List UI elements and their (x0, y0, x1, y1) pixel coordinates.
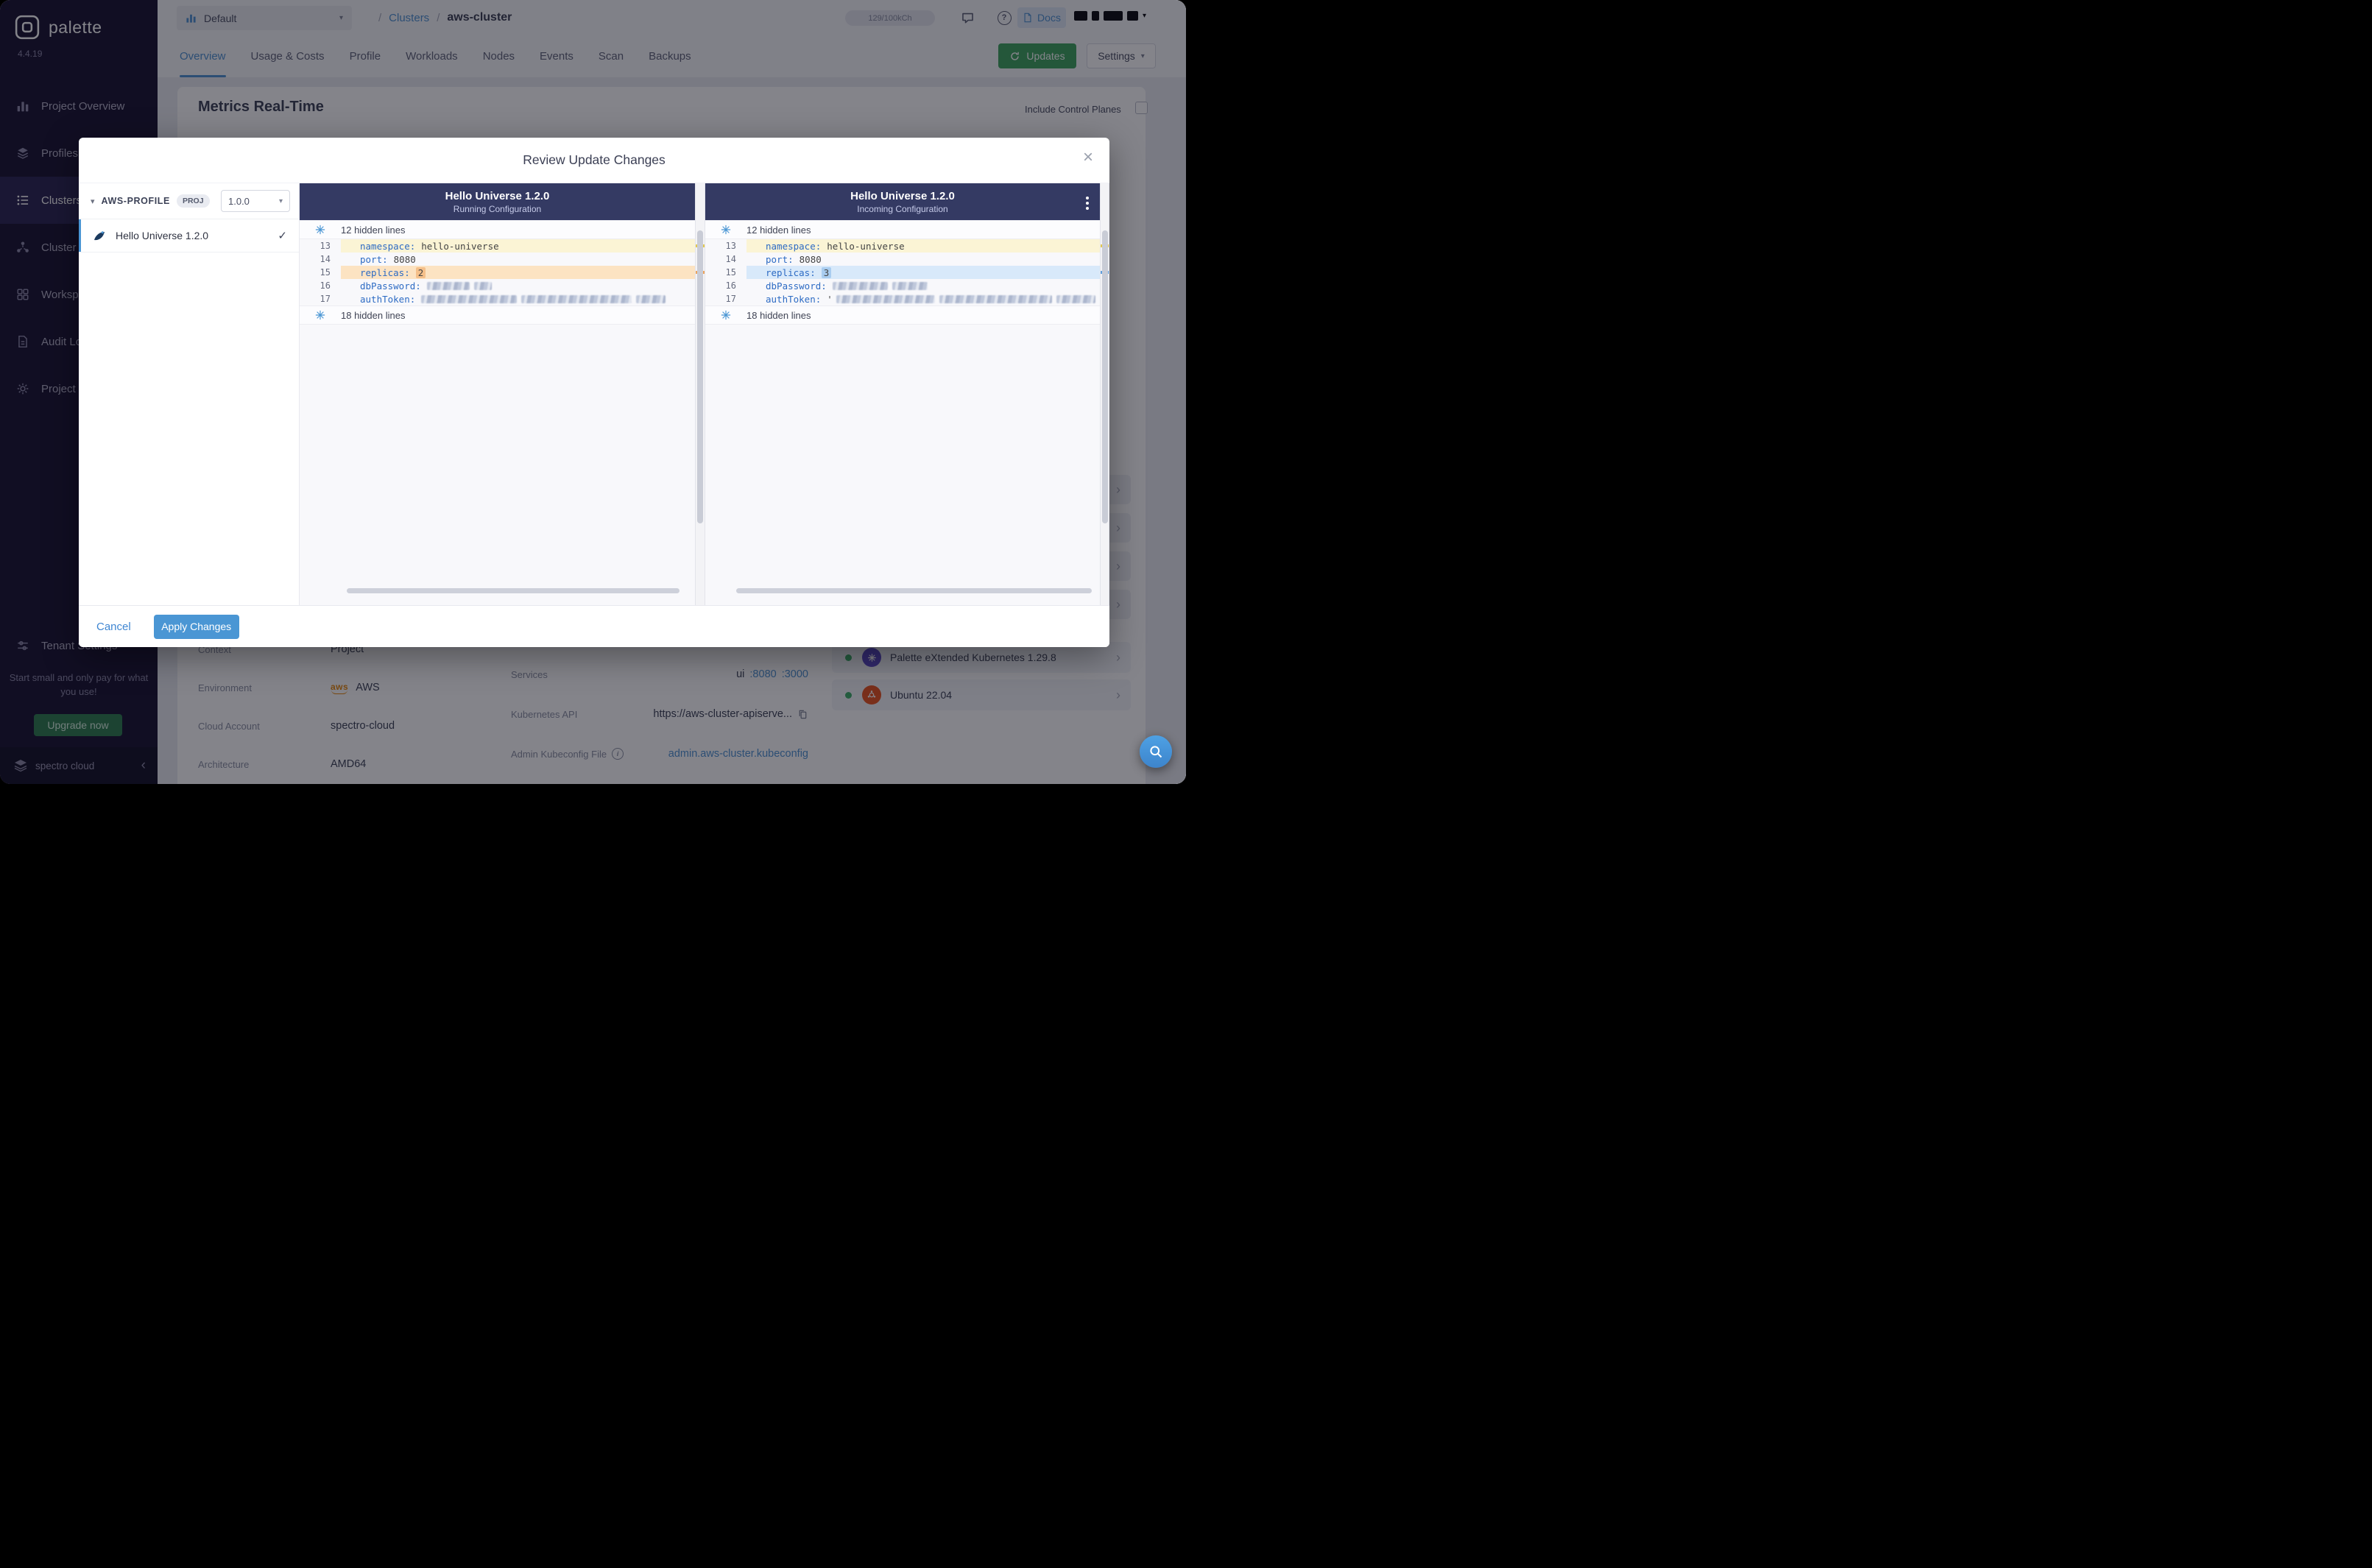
diff-panel-header: Hello Universe 1.2.0 Incoming Configurat… (705, 183, 1100, 220)
redacted-secret (636, 294, 666, 303)
redacted-secret (521, 294, 632, 303)
apply-changes-button[interactable]: Apply Changes (153, 614, 239, 639)
profile-name: AWS-PROFILE (101, 196, 170, 206)
modal-header: Review Update Changes × (79, 138, 1109, 183)
redacted-secret (473, 281, 492, 290)
kebab-menu-icon[interactable] (1084, 195, 1090, 211)
hidden-lines-expander[interactable]: 18 hidden lines (705, 306, 1100, 325)
code-line: 14 port: 8080 (725, 253, 822, 265)
code-editor: 12 hidden lines 13 namespace: hello-unive… (300, 220, 695, 605)
chevron-down-icon: ▾ (278, 197, 283, 205)
modal-title: Review Update Changes (523, 152, 666, 167)
code-line: 16 dbPassword: (300, 279, 695, 292)
code-line: 17 authToken: (300, 292, 695, 306)
diff-panel-subtitle: Incoming Configuration (857, 203, 948, 214)
code-line: 14 port: 8080 (320, 253, 416, 265)
diff-panel-title: Hello Universe 1.2.0 (850, 189, 955, 202)
expand-icon (300, 225, 341, 235)
hidden-lines-expander[interactable]: 12 hidden lines (300, 220, 695, 239)
close-icon[interactable]: × (1083, 149, 1093, 166)
redacted-secret (832, 281, 888, 290)
horizontal-scrollbar[interactable] (736, 588, 1092, 593)
expand-icon (705, 225, 746, 235)
scrollbar-thumb[interactable] (1102, 230, 1108, 523)
hello-universe-icon (92, 228, 107, 243)
code-editor: 12 hidden lines 13 namespace: hello-unive… (705, 220, 1100, 605)
code-line: 16 dbPassword: (705, 279, 1100, 292)
screen: palette 4.4.19 Project Overview Profiles… (0, 0, 1186, 784)
code-line: 13 namespace: hello-universe (705, 239, 1100, 252)
vertical-scrollbar[interactable] (1100, 183, 1109, 605)
cancel-button[interactable]: Cancel (96, 621, 131, 633)
code-line: 17 authToken: ' (705, 292, 1100, 306)
search-icon (1148, 744, 1163, 759)
expand-icon (300, 310, 341, 320)
diff-panel-title: Hello Universe 1.2.0 (445, 189, 550, 202)
version-select[interactable]: 1.0.0 ▾ (221, 190, 290, 212)
redacted-secret (1056, 294, 1095, 303)
hidden-lines-expander[interactable]: 18 hidden lines (300, 306, 695, 325)
redacted-secret (939, 294, 1053, 303)
profile-pack-panel: ▾ AWS-PROFILE PROJ 1.0.0 ▾ Hello Univers… (79, 183, 300, 605)
chevron-down-icon[interactable]: ▾ (91, 197, 95, 206)
search-fab-button[interactable] (1140, 735, 1172, 768)
redacted-secret (892, 281, 928, 290)
diff-panel-subtitle: Running Configuration (453, 203, 542, 214)
redacted-secret (836, 294, 935, 303)
review-update-changes-modal: Review Update Changes × ▾ AWS-PROFILE PR… (79, 138, 1109, 647)
expand-icon (705, 310, 746, 320)
redacted-secret (421, 294, 518, 303)
code-line-changed: 15 replicas: 3 (705, 266, 1100, 279)
vertical-scrollbar[interactable] (695, 183, 705, 605)
scope-badge: PROJ (176, 194, 210, 208)
code-line-changed: 15 replicas: 2 (300, 266, 695, 279)
redacted-secret (426, 281, 470, 290)
modal-body: ▾ AWS-PROFILE PROJ 1.0.0 ▾ Hello Univers… (79, 183, 1109, 605)
running-configuration-panel: Hello Universe 1.2.0 Running Configurati… (300, 183, 695, 605)
hidden-lines-expander[interactable]: 12 hidden lines (705, 220, 1100, 239)
scrollbar-thumb[interactable] (697, 230, 703, 523)
modal-footer: Cancel Apply Changes (79, 605, 1109, 647)
incoming-configuration-panel: Hello Universe 1.2.0 Incoming Configurat… (705, 183, 1100, 605)
profile-header: ▾ AWS-PROFILE PROJ 1.0.0 ▾ (79, 183, 299, 219)
horizontal-scrollbar[interactable] (347, 588, 680, 593)
code-line: 13 namespace: hello-universe (300, 239, 695, 252)
check-icon: ✓ (278, 230, 287, 242)
diff-panel-header: Hello Universe 1.2.0 Running Configurati… (300, 183, 695, 220)
pack-item-hello-universe[interactable]: Hello Universe 1.2.0 ✓ (79, 219, 299, 252)
